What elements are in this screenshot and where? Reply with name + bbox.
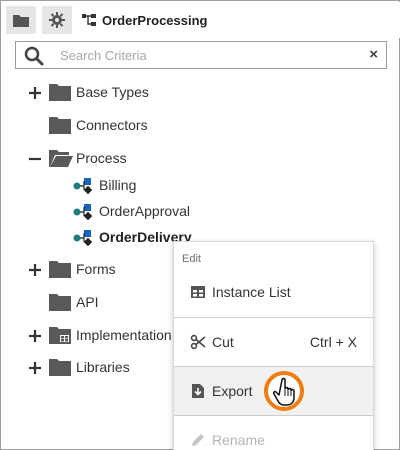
gear-icon xyxy=(49,12,65,28)
expand-icon[interactable] xyxy=(27,328,43,344)
menu-item-label: Instance List xyxy=(212,284,291,300)
clear-search-button[interactable]: × xyxy=(369,46,378,64)
collapse-icon[interactable] xyxy=(27,151,43,167)
process-flow-icon xyxy=(82,14,96,26)
menu-item-instance-list[interactable]: Instance List xyxy=(174,268,373,316)
tree-item-label: Forms xyxy=(76,261,116,277)
tree-item-label: Libraries xyxy=(76,359,130,375)
search-icon[interactable] xyxy=(24,46,46,66)
process-icon xyxy=(73,178,93,194)
tree-item-label: Base Types xyxy=(76,84,149,100)
context-menu: Edit Instance List Cut Ctrl + X Export R… xyxy=(173,241,374,450)
tab-orderprocessing[interactable]: OrderProcessing xyxy=(82,10,208,30)
expand-icon[interactable] xyxy=(27,360,43,376)
folder-icon xyxy=(49,261,71,278)
menu-item-shortcut: Ctrl + X xyxy=(309,334,357,350)
expand-icon[interactable] xyxy=(27,85,43,101)
menu-item-cut[interactable]: Cut Ctrl + X xyxy=(174,318,373,366)
context-menu-header: Edit xyxy=(182,253,201,265)
tree-item-orderapproval[interactable]: OrderApproval xyxy=(73,199,223,225)
export-icon xyxy=(192,384,204,398)
process-icon xyxy=(73,230,93,246)
tree-item-label: API xyxy=(76,294,99,310)
files-tab-button[interactable] xyxy=(6,6,36,34)
menu-item-rename[interactable]: Rename xyxy=(174,416,373,450)
explorer-panel: OrderProcessing × Base Types Connectors xyxy=(0,0,400,450)
tab-bar: OrderProcessing xyxy=(2,2,400,38)
folder-icon xyxy=(49,117,71,134)
hand-pointer-icon xyxy=(273,377,295,406)
tree-item-base-types[interactable]: Base Types xyxy=(27,80,207,106)
settings-tab-button[interactable] xyxy=(42,6,72,34)
folder-open-icon xyxy=(49,150,73,167)
tree-item-forms[interactable]: Forms xyxy=(27,257,167,283)
pencil-icon xyxy=(192,434,204,446)
tree-item-implementation[interactable]: Implementation xyxy=(27,323,173,349)
folder-icon xyxy=(49,294,71,311)
menu-item-label: Rename xyxy=(212,432,265,448)
tree-item-label: Connectors xyxy=(76,117,148,133)
tree-item-billing[interactable]: Billing xyxy=(73,173,223,199)
tree-item-label: Implementation xyxy=(76,327,172,343)
tree-item-process[interactable]: Process xyxy=(27,146,207,172)
tree-item-label: OrderApproval xyxy=(99,203,191,219)
folder-icon xyxy=(49,359,71,376)
tree-item-label: Process xyxy=(76,150,127,166)
tree-item-api[interactable]: API xyxy=(27,290,167,316)
expand-icon[interactable] xyxy=(27,262,43,278)
search-input[interactable] xyxy=(60,45,350,65)
tree-item-connectors[interactable]: Connectors xyxy=(27,113,207,139)
search-box: × xyxy=(15,41,387,69)
cursor-highlight xyxy=(264,371,304,411)
tab-label: OrderProcessing xyxy=(102,12,208,28)
table-icon xyxy=(191,286,205,298)
process-icon xyxy=(73,204,93,220)
menu-item-label: Export xyxy=(212,383,253,399)
folder-icon xyxy=(49,84,71,101)
folder-grid-icon xyxy=(49,327,71,344)
scissors-icon xyxy=(190,334,206,350)
tree-item-label: Billing xyxy=(99,177,137,193)
tree-item-libraries[interactable]: Libraries xyxy=(27,355,167,381)
menu-item-label: Cut xyxy=(212,334,234,350)
folder-icon xyxy=(13,14,29,27)
